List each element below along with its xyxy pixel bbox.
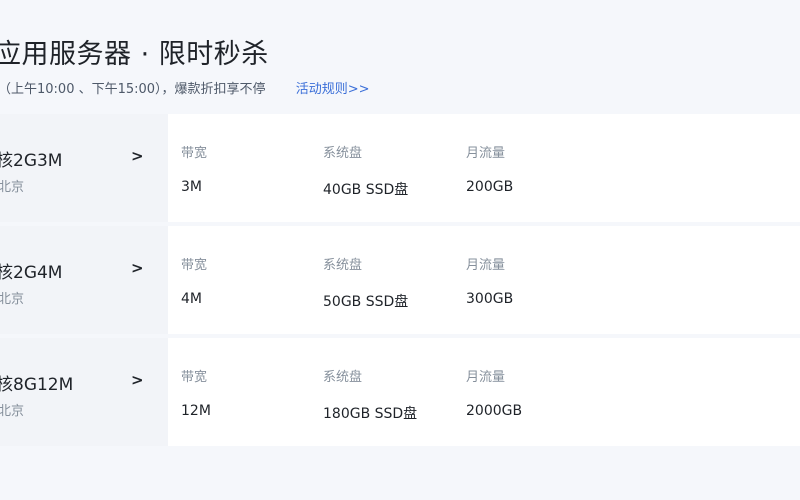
chevron-right-icon[interactable]: > [131,259,144,277]
product-region: 北京 [0,180,25,195]
product-details: 带宽 12M 系统盘 180GB SSD盘 月流量 2000GB [168,338,800,446]
field-value: 3M [181,179,202,195]
system-disk-field: 系统盘 50GB SSD盘 [323,254,408,311]
field-label: 系统盘 [323,258,363,273]
product-spec: 核8G12M [0,375,74,395]
product-region: 北京 [0,404,25,419]
product-row: 核2G3M > 北京 带宽 3M 系统盘 40GB SSD盘 月流量 200GB [0,114,800,222]
field-value: 2000GB [466,403,523,419]
product-list: 核2G3M > 北京 带宽 3M 系统盘 40GB SSD盘 月流量 200GB [0,114,800,450]
field-label: 带宽 [181,370,208,385]
product-spec-selector[interactable]: 核8G12M > 北京 [0,338,168,446]
field-label: 带宽 [181,146,208,161]
product-spec: 核2G3M [0,151,63,171]
product-details: 带宽 4M 系统盘 50GB SSD盘 月流量 300GB [168,226,800,334]
product-region: 北京 [0,292,25,307]
field-label: 带宽 [181,258,208,273]
monthly-traffic-field: 月流量 200GB [466,142,513,195]
activity-rules-link[interactable]: 活动规则>> [296,82,370,97]
field-label: 系统盘 [323,370,363,385]
field-value: 200GB [466,179,514,195]
product-spec-selector[interactable]: 核2G4M > 北京 [0,226,168,334]
field-value: 4M [181,291,202,307]
field-value: 12M [181,403,211,419]
chevron-right-icon[interactable]: > [131,147,144,165]
field-label: 月流量 [466,146,506,161]
field-label: 月流量 [466,370,506,385]
field-value: 180GB SSD盘 [323,406,418,422]
product-spec: 核2G4M [0,263,63,283]
chevron-right-icon[interactable]: > [131,371,144,389]
field-label: 系统盘 [323,146,363,161]
field-value: 50GB SSD盘 [323,294,409,310]
system-disk-field: 系统盘 40GB SSD盘 [323,142,408,199]
bandwidth-field: 带宽 4M [181,254,207,307]
promo-header: 应用服务器 · 限时秒杀 （上午10:00 、下午15:00），爆款折扣享不停 … [0,0,800,112]
promo-subtitle: （上午10:00 、下午15:00），爆款折扣享不停 [0,82,266,97]
product-row: 核8G12M > 北京 带宽 12M 系统盘 180GB SSD盘 月流量 20… [0,338,800,446]
bandwidth-field: 带宽 3M [181,142,207,195]
product-spec-selector[interactable]: 核2G3M > 北京 [0,114,168,222]
field-label: 月流量 [466,258,506,273]
monthly-traffic-field: 月流量 300GB [466,254,513,307]
monthly-traffic-field: 月流量 2000GB [466,366,522,419]
field-value: 300GB [466,291,514,307]
page: 应用服务器 · 限时秒杀 （上午10:00 、下午15:00），爆款折扣享不停 … [0,0,800,500]
system-disk-field: 系统盘 180GB SSD盘 [323,366,417,423]
product-row: 核2G4M > 北京 带宽 4M 系统盘 50GB SSD盘 月流量 300GB [0,226,800,334]
field-value: 40GB SSD盘 [323,182,409,198]
product-details: 带宽 3M 系统盘 40GB SSD盘 月流量 200GB [168,114,800,222]
page-title: 应用服务器 · 限时秒杀 [0,39,269,70]
promo-subtitle-row: （上午10:00 、下午15:00），爆款折扣享不停 活动规则>> [0,78,370,97]
bandwidth-field: 带宽 12M [181,366,211,419]
